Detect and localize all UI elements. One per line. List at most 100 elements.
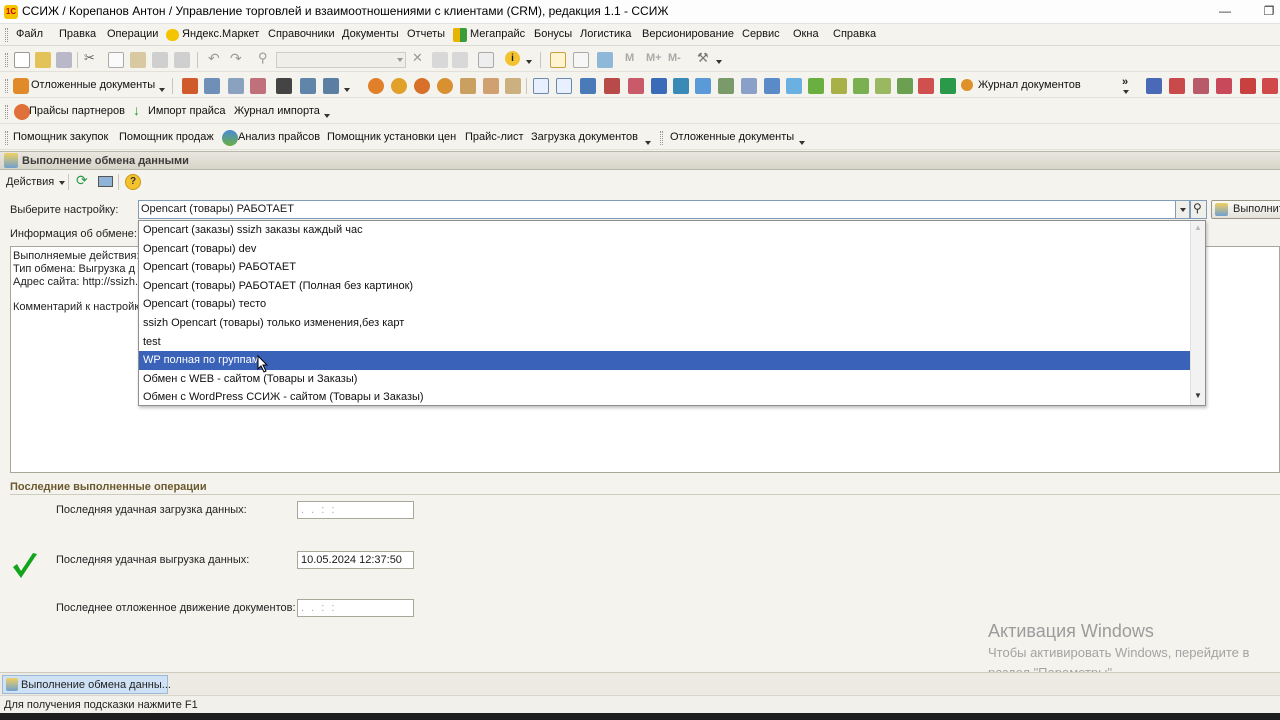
doc-tool-icon[interactable] [391, 78, 407, 94]
doc-tool-icon[interactable] [786, 78, 802, 94]
menu-grip-icon[interactable] [5, 28, 8, 42]
toolbar-grip-icon[interactable] [5, 79, 8, 93]
tools-dropdown-icon[interactable] [716, 60, 722, 64]
menu-help[interactable]: Справка [833, 28, 876, 40]
preview-icon[interactable] [174, 52, 190, 68]
find-next-icon[interactable] [432, 52, 448, 68]
doc-tool-icon[interactable] [875, 78, 891, 94]
menu-service[interactable]: Сервис [742, 28, 780, 40]
calculator-icon[interactable] [573, 52, 589, 68]
doc-tool-icon[interactable] [628, 78, 644, 94]
toolbar-grip-icon[interactable] [5, 131, 8, 145]
last-upload-field[interactable]: . . : : [297, 501, 414, 519]
sales-assistant-button[interactable]: Помощник продаж [119, 131, 214, 143]
doc-tool-icon[interactable] [228, 78, 244, 94]
more-tools-dropdown-icon[interactable] [1123, 90, 1129, 94]
doc-tool-icon[interactable] [368, 78, 384, 94]
help-icon[interactable]: ? [125, 174, 141, 190]
dropdown-option-selected[interactable]: WP полная по группам [139, 351, 1190, 370]
doc-tool-icon[interactable] [897, 78, 913, 94]
menu-file[interactable]: Файл [16, 28, 43, 40]
paste-icon[interactable] [130, 52, 146, 68]
doc-tool-icon[interactable] [695, 78, 711, 94]
toolbar-grip-icon[interactable] [5, 105, 8, 119]
price-setup-assistant-button[interactable]: Помощник установки цен [327, 131, 456, 143]
save-icon[interactable] [56, 52, 72, 68]
doc-tool-icon[interactable] [556, 78, 572, 94]
doc-tool-icon[interactable] [580, 78, 596, 94]
menu-documents[interactable]: Документы [342, 28, 399, 40]
doc-tool-icon[interactable] [1169, 78, 1185, 94]
doc-tool-icon[interactable] [651, 78, 667, 94]
doc-tool-icon[interactable] [808, 78, 824, 94]
actions-menu[interactable]: Действия [6, 176, 54, 188]
doc-tool-icon[interactable] [718, 78, 734, 94]
doc-tool-icon[interactable] [831, 78, 847, 94]
redo-icon[interactable]: ↷ [230, 50, 242, 67]
import-journal-button[interactable]: Журнал импорта [234, 105, 320, 117]
search-box[interactable] [276, 52, 406, 68]
menu-bonuses[interactable]: Бонусы [534, 28, 572, 40]
doc-tool-icon[interactable] [940, 78, 956, 94]
doc-tool-icon[interactable] [1146, 78, 1162, 94]
doc-tool-icon[interactable] [604, 78, 620, 94]
doc-tool-icon[interactable] [437, 78, 453, 94]
tools-icon[interactable]: ⚒ [697, 50, 709, 66]
doc-tool-icon[interactable] [1193, 78, 1209, 94]
windows-icon[interactable] [478, 52, 494, 68]
doc-tool-icon[interactable] [483, 78, 499, 94]
doc-tool-icon[interactable] [764, 78, 780, 94]
more-tools-icon[interactable]: » [1122, 76, 1128, 88]
doc-tool-icon[interactable] [741, 78, 757, 94]
deferred-documents-dropdown-icon[interactable] [159, 88, 165, 92]
import-price-button[interactable]: Импорт прайса [148, 105, 225, 117]
setting-select[interactable]: Opencart (товары) РАБОТАЕТ [138, 200, 1190, 219]
dropdown-option[interactable]: test [139, 333, 1190, 352]
info-dropdown-icon[interactable] [526, 60, 532, 64]
actions-dropdown-icon[interactable] [59, 181, 65, 185]
memory-icon[interactable]: M [625, 52, 634, 64]
menu-operations[interactable]: Операции [107, 28, 158, 40]
doc-tool-icon[interactable] [300, 78, 316, 94]
doc-tool-icon[interactable] [182, 78, 198, 94]
menu-yandex-market[interactable]: Яндекс.Маркет [182, 28, 259, 40]
menu-megaprice[interactable]: Мегапрайс [470, 28, 525, 40]
doc-tool-icon[interactable] [1262, 78, 1278, 94]
settings-icon[interactable] [597, 52, 613, 68]
scroll-up-icon[interactable]: ▲ [1194, 223, 1202, 232]
doc-tool-icon[interactable] [918, 78, 934, 94]
monitor-icon[interactable] [98, 176, 113, 187]
dropdown-option[interactable]: Opencart (заказы) ssizh заказы каждый ча… [139, 221, 1190, 240]
toolbar-grip-icon[interactable] [5, 53, 8, 67]
info-icon[interactable]: i [505, 51, 520, 66]
dropdown-scrollbar[interactable]: ▲ ▼ [1190, 221, 1205, 405]
doc-tool-icon[interactable] [853, 78, 869, 94]
toolbar-grip-icon[interactable] [660, 131, 663, 145]
doc-tool-icon[interactable] [250, 78, 266, 94]
deferred-documents-button[interactable]: Отложенные документы [31, 79, 155, 91]
doc-tool-icon[interactable] [673, 78, 689, 94]
dropdown-option[interactable]: Opencart (товары) dev [139, 240, 1190, 259]
load-documents-dropdown-icon[interactable] [645, 141, 651, 145]
doc-tool-icon[interactable] [276, 78, 292, 94]
clear-search-icon[interactable]: ✕ [412, 50, 423, 66]
print-icon[interactable] [152, 52, 168, 68]
dropdown-option[interactable]: Обмен с WordPress ССИЖ - сайтом (Товары … [139, 388, 1190, 407]
setting-search-button[interactable]: ⚲ [1190, 200, 1207, 219]
cut-icon[interactable]: ✂ [84, 50, 95, 66]
memory-plus-icon[interactable]: M+ [646, 52, 662, 64]
dropdown-option[interactable]: Opencart (товары) тесто [139, 295, 1190, 314]
menu-logistics[interactable]: Логистика [580, 28, 631, 40]
doc-tool-icon[interactable] [1216, 78, 1232, 94]
dropdown-option[interactable]: Opencart (товары) РАБОТАЕТ [139, 258, 1190, 277]
load-documents-button[interactable]: Загрузка документов [531, 131, 638, 143]
last-deferred-field[interactable]: . . : : [297, 599, 414, 617]
minimize-icon[interactable]: — [1212, 2, 1238, 20]
price-analysis-button[interactable]: Анализ прайсов [238, 131, 320, 143]
dropdown-option[interactable]: Opencart (товары) РАБОТАЕТ (Полная без к… [139, 277, 1190, 296]
dropdown-option[interactable]: ssizh Opencart (товары) только изменения… [139, 314, 1190, 333]
open-folder-icon[interactable] [35, 52, 51, 68]
refresh-icon[interactable]: ⟳ [76, 172, 88, 189]
menu-catalogs[interactable]: Справочники [268, 28, 335, 40]
setting-dropdown-button[interactable] [1175, 200, 1190, 219]
